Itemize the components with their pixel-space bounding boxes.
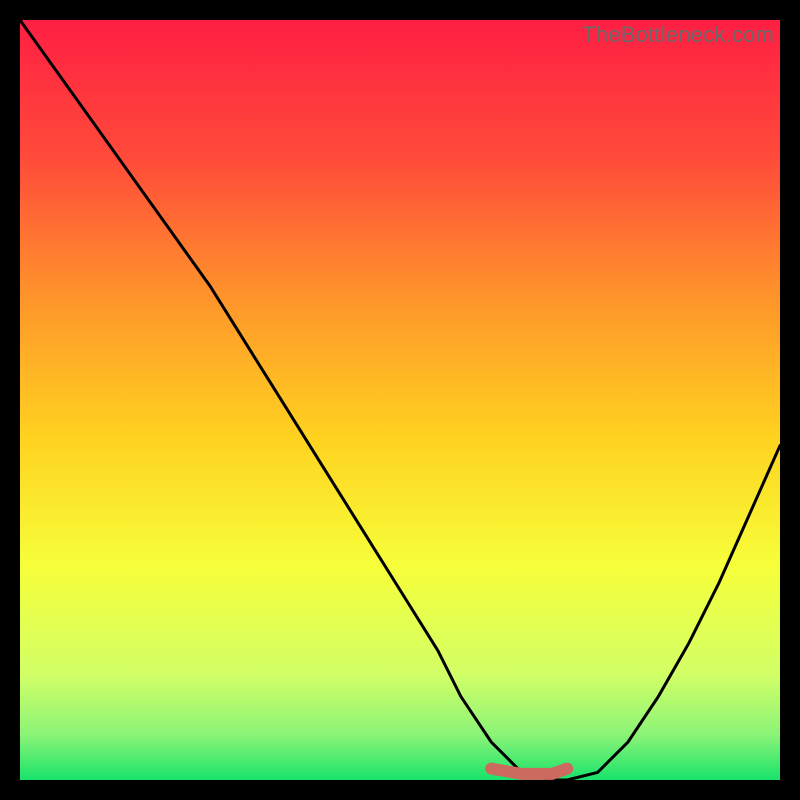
watermark-text: TheBottleneck.com bbox=[582, 22, 774, 48]
bottleneck-plot bbox=[20, 20, 780, 780]
optimal-band-marker bbox=[491, 769, 567, 774]
chart-frame: TheBottleneck.com bbox=[20, 20, 780, 780]
gradient-background bbox=[20, 20, 780, 780]
